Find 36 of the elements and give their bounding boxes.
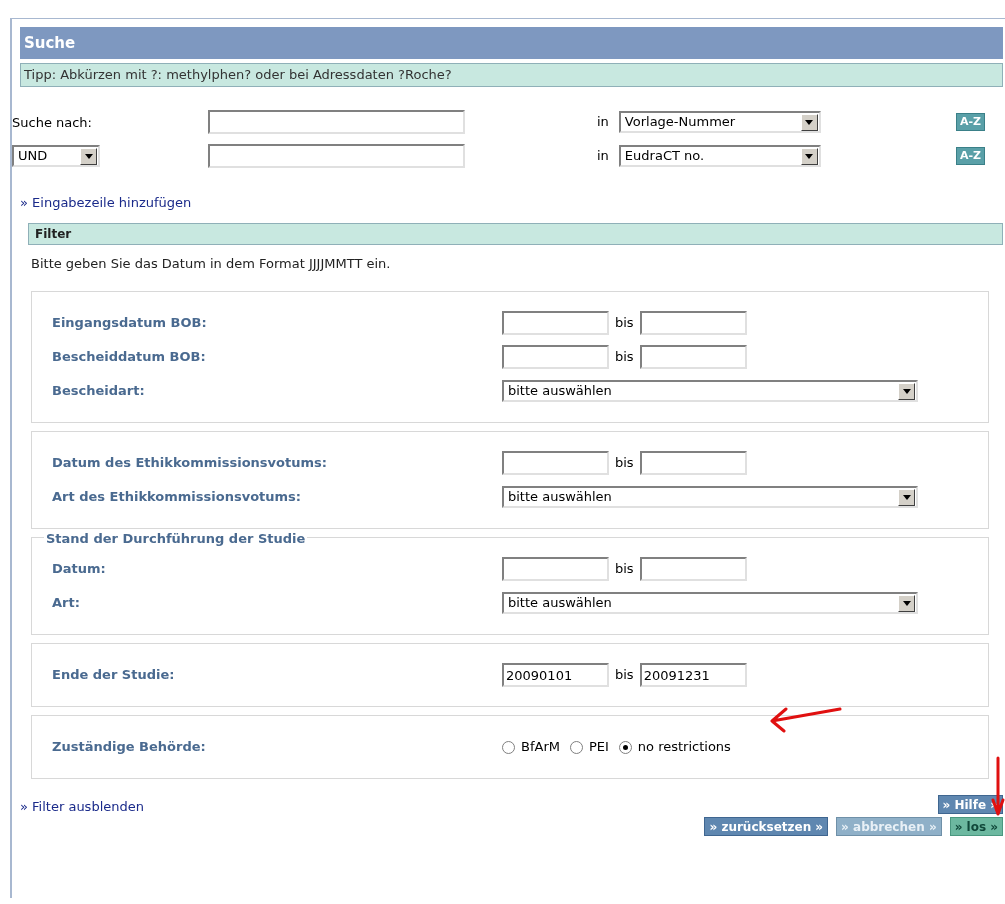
field-label: Eingangsdatum BOB: [52, 314, 208, 333]
field-label: Ende der Studie: [52, 666, 176, 685]
radio-label: no restrictions [637, 738, 731, 757]
field-label: Suche nach: [12, 115, 92, 130]
tip-bar: Tipp: Abkürzen mit ?: methylphen? oder bei Adressdaten ?Roche? [20, 63, 1003, 87]
field-dropdown[interactable]: EudraCT no. [618, 145, 821, 167]
field-label: Bescheidart: [52, 382, 146, 401]
input-field[interactable]: 20090101 [502, 663, 609, 687]
section-header: Suche [20, 27, 1003, 59]
field-label: Bescheiddatum BOB: [52, 348, 207, 367]
filter-hint: Bitte geben Sie das Datum in dem Format JJJJMMTT ein. [31, 254, 392, 273]
dropdown[interactable]: bitte auswählen [502, 592, 918, 614]
range-separator: bis [615, 666, 634, 685]
dropdown[interactable]: bitte auswählen [502, 380, 918, 402]
go-button[interactable]: » los » [949, 817, 1003, 836]
in-label: in [597, 147, 609, 166]
range-separator: bis [615, 454, 634, 473]
in-label: in [597, 113, 609, 132]
dropdown[interactable]: bitte auswählen [502, 486, 918, 508]
radio-label: BfArM [521, 738, 560, 757]
range-separator: bis [615, 348, 634, 367]
range-separator: bis [615, 560, 634, 579]
operator-dropdown[interactable]: UND [12, 145, 100, 167]
range-separator: bis [615, 314, 634, 333]
field-label: Art: [52, 594, 81, 613]
field-label: Datum des Ethikkommissionsvotums: [52, 454, 328, 473]
field-label: Art des Ethikkommissionsvotums: [52, 488, 303, 507]
reset-button[interactable]: » zurücksetzen » [704, 817, 829, 836]
field-label: Datum: [52, 560, 107, 579]
radio-label: PEI [588, 738, 609, 757]
field-label: Zuständige Behörde: [52, 738, 207, 757]
input-field[interactable]: 20091231 [639, 663, 747, 687]
add-row-link[interactable]: » Eingabezeile hinzufügen [20, 193, 1003, 213]
hide-filter-link[interactable]: » Filter ausblenden [20, 797, 144, 817]
field-dropdown[interactable]: Vorlage-Nummer [618, 111, 821, 133]
filter-header: Filter [28, 222, 1003, 245]
